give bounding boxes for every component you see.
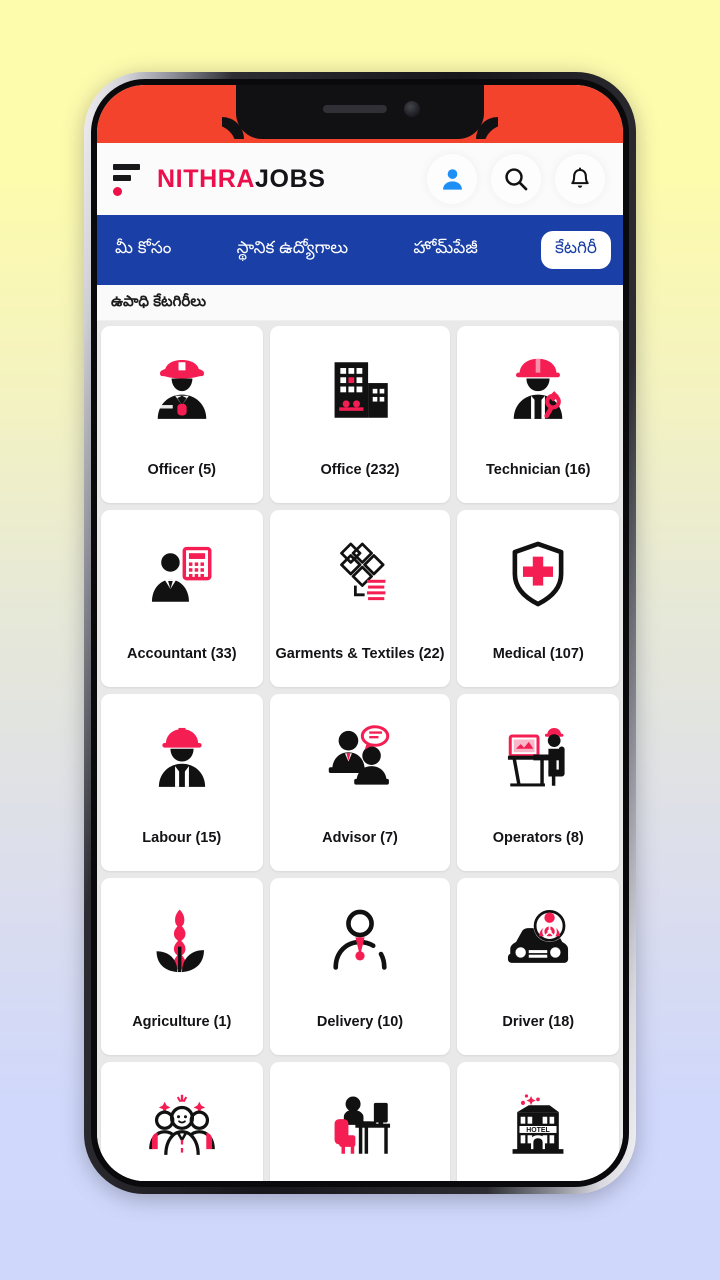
section-header: ఉపాధి కేటగిరీలు (97, 285, 623, 321)
category-card-hotel[interactable]: HOTEL Hotel (5) (457, 1062, 619, 1181)
category-card-accountant[interactable]: Accountant (33) (101, 510, 263, 687)
category-label: Labour (15) (142, 830, 222, 847)
category-card-delivery[interactable]: Delivery (10) (269, 878, 451, 1055)
car-driver-icon (501, 896, 575, 988)
category-card-office[interactable]: Office (232) (269, 326, 451, 503)
category-label: Officer (5) (147, 462, 217, 479)
app-header: NITHRAJOBS (97, 143, 623, 215)
people-group-icon (145, 1080, 219, 1172)
police-officer-icon (145, 344, 219, 436)
category-card-administrative[interactable]: Administrative (171) (269, 1062, 451, 1181)
nav-item-for-you[interactable]: మీ కోసం (113, 232, 173, 268)
category-label: Garments & Textiles (22) (275, 646, 445, 663)
app-title: NITHRAJOBS (157, 165, 326, 194)
medical-shield-cross-icon (501, 528, 575, 620)
category-label: Delivery (10) (316, 1014, 404, 1031)
advisor-consult-icon (323, 712, 397, 804)
page-title: ఉపాధి కేటగిరీలు (111, 293, 207, 310)
brand-primary-text: NITHRA (157, 164, 256, 193)
category-card-labour[interactable]: Labour (15) (101, 694, 263, 871)
earpiece-speaker (322, 105, 387, 113)
svg-text:HOTEL: HOTEL (527, 1127, 551, 1134)
phone-screen: NITHRAJOBS మీ కోసం స్థానిక ఉద్యోగాలు హోమ… (97, 85, 623, 1181)
category-card-driver[interactable]: Driver (18) (457, 878, 619, 1055)
category-list-scroll[interactable]: Officer (5) Office (232) Technician (16)… (97, 321, 623, 1181)
category-card-technician[interactable]: Technician (16) (457, 326, 619, 503)
weave-textile-icon (323, 528, 397, 620)
category-card-medical[interactable]: Medical (107) (457, 510, 619, 687)
person-icon (442, 168, 462, 190)
nithra-logo-icon (111, 159, 145, 199)
brand-secondary-text: JOBS (255, 164, 326, 193)
category-label: Agriculture (1) (132, 1014, 232, 1031)
technician-icon (501, 344, 575, 436)
nav-item-category[interactable]: కేటగిరీ (541, 231, 612, 269)
bell-icon (571, 167, 589, 188)
notifications-button[interactable] (555, 154, 605, 204)
search-button[interactable] (491, 154, 541, 204)
phone-bezel: NITHRAJOBS మీ కోసం స్థానిక ఉద్యోగాలు హోమ… (91, 79, 629, 1187)
category-label: Accountant (33) (126, 646, 237, 663)
accountant-calculator-icon (145, 528, 219, 620)
wheat-leaf-icon (145, 896, 219, 988)
category-card-human-resources[interactable]: Human Resources (2) (101, 1062, 263, 1181)
office-building-icon (323, 344, 397, 436)
primary-nav: మీ కోసం స్థానిక ఉద్యోగాలు హోమ్‌పేజీ కేటగ… (97, 215, 623, 285)
category-label: Office (232) (320, 462, 400, 479)
nav-item-homepage[interactable]: హోమ్‌పేజీ (411, 232, 479, 268)
profile-button[interactable] (427, 154, 477, 204)
category-label: Medical (107) (492, 646, 584, 663)
header-actions (427, 154, 605, 204)
status-bar (97, 85, 623, 143)
desk-computer-icon (323, 1080, 397, 1172)
category-card-operators[interactable]: Operators (8) (457, 694, 619, 871)
category-card-advisor[interactable]: Advisor (7) (269, 694, 451, 871)
category-label: Advisor (7) (322, 830, 398, 847)
nav-item-local-jobs[interactable]: స్థానిక ఉద్యోగాలు (235, 232, 351, 268)
category-label: Operators (8) (492, 830, 584, 847)
category-label: Technician (16) (486, 462, 591, 479)
phone-device-frame: NITHRAJOBS మీ కోసం స్థానిక ఉద్యోగాలు హోమ… (84, 72, 636, 1194)
labour-worker-icon (145, 712, 219, 804)
category-grid: Officer (5) Office (232) Technician (16)… (101, 326, 619, 1181)
category-card-officer[interactable]: Officer (5) (101, 326, 263, 503)
hotel-building-icon: HOTEL (501, 1080, 575, 1172)
search-icon (505, 168, 528, 191)
category-card-garments-textiles[interactable]: Garments & Textiles (22) (269, 510, 451, 687)
category-label: Driver (18) (502, 1014, 575, 1031)
category-card-agriculture[interactable]: Agriculture (1) (101, 878, 263, 1055)
operator-desk-icon (501, 712, 575, 804)
phone-notch (236, 85, 484, 139)
front-camera (404, 101, 420, 117)
delivery-person-icon (323, 896, 397, 988)
